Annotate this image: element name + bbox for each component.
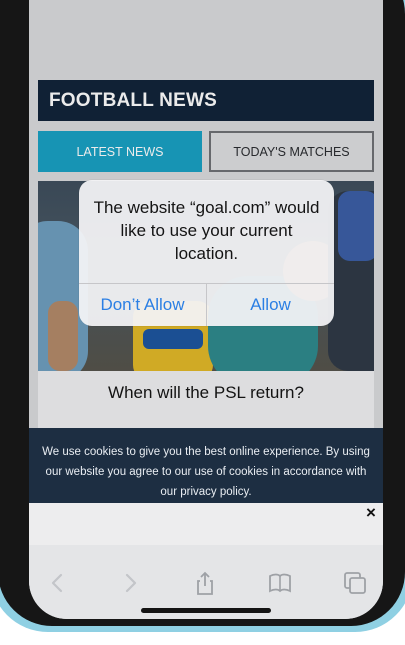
share-icon[interactable]: [192, 570, 218, 596]
dont-allow-button[interactable]: Don’t Allow: [79, 284, 206, 326]
cookie-banner-footer: [29, 503, 383, 545]
alert-message: The website “goal.com” would like to use…: [93, 198, 320, 263]
phone-screen: FOOTBALL NEWS LATEST NEWS TODAY'S MATCHE…: [29, 0, 383, 619]
tabs-icon[interactable]: [342, 570, 368, 596]
back-icon[interactable]: [45, 570, 71, 596]
cookie-banner: We use cookies to give you the best onli…: [29, 428, 383, 503]
allow-button[interactable]: Allow: [207, 284, 334, 326]
home-indicator: [141, 608, 271, 613]
forward-icon[interactable]: [117, 570, 143, 596]
cookie-close-icon[interactable]: ×: [363, 503, 379, 522]
cookie-banner-text: We use cookies to give you the best onli…: [42, 446, 370, 498]
location-permission-alert: The website “goal.com” would like to use…: [79, 180, 334, 326]
bookmarks-icon[interactable]: [267, 570, 293, 596]
